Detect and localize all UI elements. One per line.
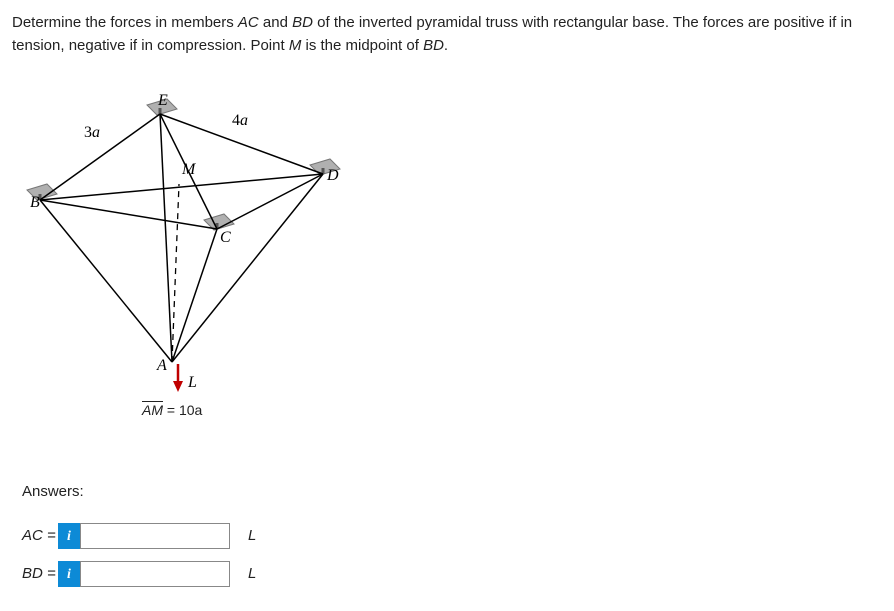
- label-D: D: [326, 167, 339, 184]
- var-ac: AC: [238, 14, 259, 31]
- label-L: L: [187, 374, 197, 391]
- problem-statement: Determine the forces in members AC and B…: [12, 12, 882, 57]
- truss-diagram: E B D M C A L 3a 4a AM = 10a: [22, 77, 882, 421]
- var-bd2: BD: [423, 37, 444, 54]
- answer-row-ac: AC = i L: [22, 523, 882, 549]
- info-icon[interactable]: i: [58, 523, 80, 549]
- text: is the midpoint of: [301, 37, 423, 54]
- answer-input-bd[interactable]: [80, 561, 230, 587]
- info-icon[interactable]: i: [58, 561, 80, 587]
- am-overline: AM: [142, 402, 163, 418]
- answers-section: Answers: AC = i L BD = i L: [22, 481, 882, 588]
- var-m: M: [289, 37, 302, 54]
- label-M: M: [181, 161, 197, 178]
- am-equation: AM = 10a: [142, 400, 882, 421]
- label-A: A: [156, 357, 167, 374]
- var-bd: BD: [292, 14, 313, 31]
- answer-lhs-ac: AC =: [22, 525, 58, 548]
- text: .: [444, 37, 448, 54]
- label-E: E: [157, 92, 168, 109]
- text: Determine the forces in members: [12, 14, 238, 31]
- answer-row-bd: BD = i L: [22, 561, 882, 587]
- answer-unit-ac: L: [248, 525, 256, 548]
- answers-heading: Answers:: [22, 481, 882, 504]
- text: and: [259, 14, 292, 31]
- label-B: B: [30, 194, 40, 211]
- label-4a: 4a: [232, 112, 248, 129]
- answer-lhs-bd: BD =: [22, 563, 58, 586]
- label-C: C: [220, 229, 231, 246]
- answer-unit-bd: L: [248, 563, 256, 586]
- answer-input-ac[interactable]: [80, 523, 230, 549]
- label-3a: 3a: [84, 124, 100, 141]
- am-value: = 10a: [163, 402, 202, 418]
